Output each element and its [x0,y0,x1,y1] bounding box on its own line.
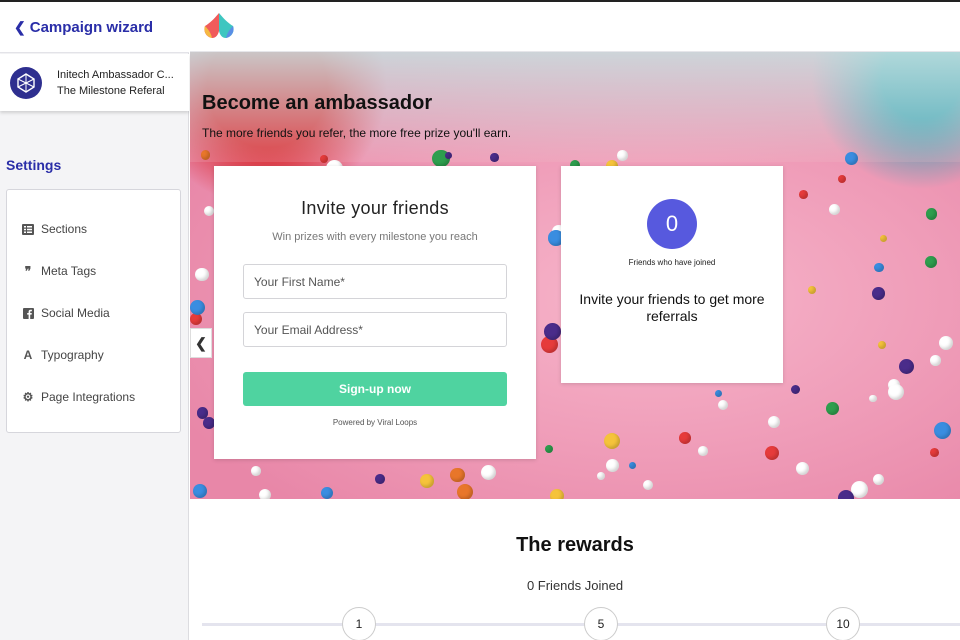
milestone-marker: 10 [826,607,860,640]
rewards-title: The rewards [516,534,634,556]
friends-count-badge: 0 [647,199,697,249]
chevron-left-icon: ❮ [195,334,207,351]
settings-item-meta-tags[interactable]: ❞ Meta Tags [7,250,180,292]
font-icon: A [23,348,33,362]
friends-count-label: Friends who have joined [628,258,716,267]
collapse-sidebar-button[interactable]: ❮ [190,328,212,358]
first-name-input[interactable] [243,264,507,299]
campaign-logo-icon [10,66,42,99]
list-icon [21,223,35,235]
facebook-icon [21,307,35,319]
settings-item-sections[interactable]: Sections [7,208,180,250]
milestone-marker: 1 [342,607,376,640]
campaign-name: Initech Ambassador C... [57,68,174,81]
app-logo-icon [204,13,234,38]
gears-icon: ⚙ [22,390,34,404]
chevron-left-icon: ❮ [14,18,26,35]
hero-subtitle: The more friends you refer, the more fre… [202,126,512,140]
sidebar: ❮ Campaign wizard Initech Ambassador C..… [0,2,189,640]
sign-up-button[interactable]: Sign-up now [243,372,507,406]
settings-menu: Sections ❞ Meta Tags Social Media A Typo… [6,189,181,433]
campaign-wizard-label: Campaign wizard [29,18,154,36]
settings-item-label: Typography [41,348,104,362]
settings-item-label: Sections [41,222,88,236]
email-input[interactable] [243,312,507,347]
campaign-wizard-back-link[interactable]: ❮ Campaign wizard [0,2,189,53]
rewards-section: The rewards 0 Friends Joined 1 5 10 [190,499,960,640]
settings-item-label: Meta Tags [41,264,97,278]
settings-heading: Settings [6,157,62,173]
invite-message: Invite your friends to get more referral… [579,291,765,324]
settings-item-label: Social Media [41,306,110,320]
powered-by-label: Powered by Viral Loops [332,418,418,427]
top-bar [190,2,960,52]
invite-subtitle: Win prizes with every milestone you reac… [272,231,478,243]
campaign-card[interactable]: Initech Ambassador C... The Milestone Re… [0,54,189,111]
settings-item-social-media[interactable]: Social Media [7,292,180,334]
campaign-template: The Milestone Referal [57,84,165,97]
settings-item-page-integrations[interactable]: ⚙ Page Integrations [7,376,180,418]
quote-icon: ❞ [24,264,32,278]
invite-form-card: Invite your friends Win prizes with ever… [214,166,536,459]
hero-section: Become an ambassador The more friends yo… [190,52,960,499]
friends-joined-count: 0 Friends Joined [526,578,624,593]
friends-joined-card: 0 Friends who have joined Invite your fr… [561,166,783,383]
settings-item-label: Page Integrations [41,390,136,404]
hero-title: Become an ambassador [202,92,433,114]
invite-title: Invite your friends [301,198,449,218]
milestone-marker: 5 [584,607,618,640]
settings-item-typography[interactable]: A Typography [7,334,180,376]
